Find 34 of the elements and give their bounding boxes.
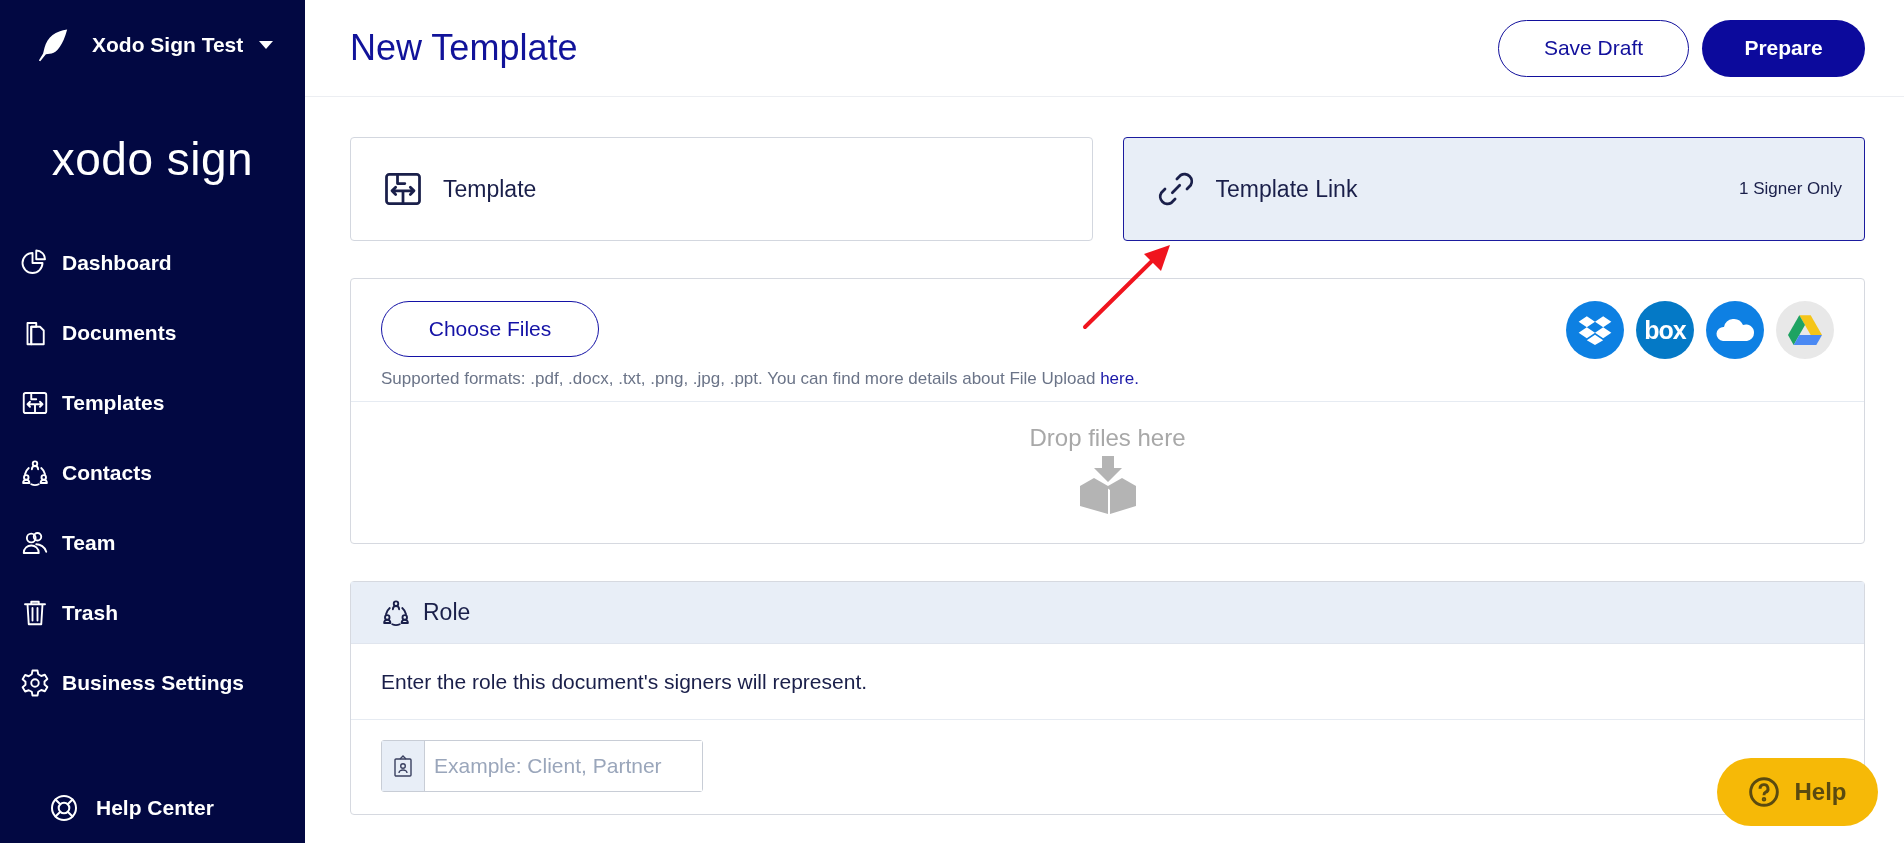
- role-title: Role: [423, 599, 471, 626]
- contacts-icon: [20, 458, 50, 488]
- choose-files-button[interactable]: Choose Files: [381, 301, 599, 357]
- prepare-button[interactable]: Prepare: [1702, 19, 1865, 77]
- supported-formats-text: Supported formats: .pdf, .docx, .txt, .png, .jpg, .ppt. You can find more details about File Upload here.: [381, 369, 1139, 389]
- id-badge-icon: [393, 755, 413, 777]
- nav-item[interactable]: Business Settings: [20, 666, 305, 700]
- box-download-icon: [1079, 456, 1136, 514]
- help-button[interactable]: Help: [1717, 758, 1878, 826]
- template-type-option[interactable]: Template: [350, 137, 1093, 241]
- nav-item[interactable]: Templates: [20, 386, 305, 420]
- dropbox-icon[interactable]: [1566, 301, 1624, 359]
- role-input-field[interactable]: Example: Client, Partner: [381, 740, 703, 792]
- brand-logo: xodo sign: [50, 132, 255, 186]
- workspace-switcher[interactable]: Xodo Sign Test: [92, 32, 274, 57]
- nav-item[interactable]: Contacts: [20, 456, 305, 490]
- nav-item[interactable]: Team: [20, 526, 305, 560]
- template-type-option[interactable]: Template Link 1 Signer Only: [1122, 137, 1865, 241]
- nav-item[interactable]: Dashboard: [20, 246, 305, 280]
- drop-files-text: Drop files here: [1029, 424, 1186, 452]
- nav-item[interactable]: Documents: [20, 316, 305, 350]
- caret-icon: [259, 40, 274, 49]
- lifebuoy-icon: [48, 792, 80, 824]
- save-draft-button[interactable]: Save Draft: [1498, 19, 1689, 77]
- page-title: New Template: [350, 27, 579, 69]
- settings-icon: [20, 668, 50, 698]
- role-description: Enter the role this document's signers will represent.: [381, 669, 868, 694]
- cloud-icon[interactable]: [1706, 301, 1764, 359]
- nav-item[interactable]: Trash: [20, 596, 305, 630]
- feather-icon: [36, 27, 70, 62]
- file-upload-link[interactable]: here.: [1100, 369, 1139, 388]
- question-icon: [1748, 776, 1781, 808]
- help-center-link[interactable]: Help Center: [0, 791, 305, 825]
- box-logo[interactable]: box: [1636, 301, 1694, 359]
